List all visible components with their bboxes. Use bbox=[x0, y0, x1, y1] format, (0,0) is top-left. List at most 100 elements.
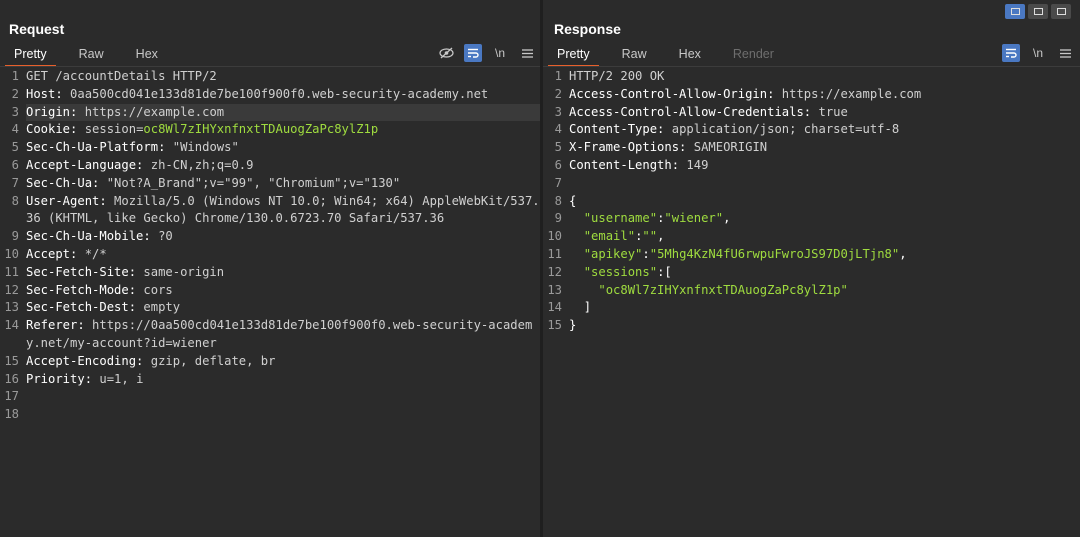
code-line: 9 Sec-Ch-Ua-Mobile: ?0 bbox=[0, 228, 540, 246]
highlighted-string: "apikey" bbox=[583, 246, 643, 261]
header-name: Referer: bbox=[26, 318, 85, 333]
code-line: 18 bbox=[0, 406, 540, 424]
line-content: Content-Length: 149 bbox=[569, 157, 1080, 175]
code-line: 11 Sec-Fetch-Site: same-origin bbox=[0, 264, 540, 282]
code-line: 15 Accept-Encoding: gzip, deflate, br bbox=[0, 353, 540, 371]
code-line: 10 Accept: */* bbox=[0, 246, 540, 264]
line-number: 8 bbox=[554, 193, 562, 208]
response-title: Response bbox=[554, 21, 621, 37]
line-content: } bbox=[569, 317, 1080, 335]
line-number: 15 bbox=[547, 318, 562, 333]
menu-icon[interactable] bbox=[518, 44, 536, 62]
hide-eye-icon[interactable] bbox=[437, 44, 455, 62]
line-content: Cookie: session=oc8Wl7zIHYxnfnxtTDAuogZa… bbox=[26, 121, 540, 139]
line-number: 11 bbox=[4, 264, 19, 279]
line-content: Accept: */* bbox=[26, 246, 540, 264]
newline-toggle[interactable]: \n bbox=[1029, 44, 1047, 62]
code-line: 11 "apikey":"5Mhg4KzN4fU6rwpuFwroJS97D0j… bbox=[543, 246, 1080, 264]
line-number: 11 bbox=[547, 246, 562, 261]
json-punct: :[ bbox=[657, 264, 672, 279]
code-line: 9 "username":"wiener", bbox=[543, 210, 1080, 228]
line-number: 14 bbox=[547, 300, 562, 315]
highlighted-string: "oc8Wl7zIHYxnfnxtTDAuogZaPc8ylZ1p" bbox=[598, 282, 848, 297]
line-number: 2 bbox=[11, 86, 19, 101]
code-line: 5 X-Frame-Options: SAMEORIGIN bbox=[543, 139, 1080, 157]
header-value: https://0aa500cd041e133d81de7be100f900f0… bbox=[26, 318, 533, 350]
line-number: 1 bbox=[554, 69, 562, 83]
line-content bbox=[569, 175, 1080, 193]
header-name: Sec-Fetch-Mode: bbox=[26, 282, 137, 297]
header-name: Sec-Ch-Ua-Mobile: bbox=[26, 229, 151, 244]
code-line: 10 "email":"", bbox=[543, 228, 1080, 246]
line-content: HTTP/2 200 OK bbox=[569, 68, 1080, 86]
json-string: "" bbox=[642, 229, 658, 244]
header-value: SAMEORIGIN bbox=[686, 140, 768, 155]
code-line: 13 "oc8Wl7zIHYxnfnxtTDAuogZaPc8ylZ1p" bbox=[543, 282, 1080, 300]
line-number: 7 bbox=[11, 175, 19, 190]
request-tab-pretty[interactable]: Pretty bbox=[5, 45, 56, 67]
line-number: 13 bbox=[4, 300, 19, 315]
line-number: 6 bbox=[11, 157, 19, 172]
header-value: https://example.com bbox=[77, 104, 225, 119]
line-content: User-Agent: Mozilla/5.0 (Windows NT 10.0… bbox=[26, 193, 540, 229]
code-line: 12 Sec-Fetch-Mode: cors bbox=[0, 282, 540, 300]
word-wrap-icon[interactable] bbox=[1002, 44, 1020, 62]
highlighted-string: "sessions" bbox=[583, 264, 658, 279]
header-name: Accept-Language: bbox=[26, 157, 144, 172]
header-name: Content-Length: bbox=[569, 157, 680, 172]
response-toolbar: \n bbox=[993, 44, 1074, 62]
response-tab-pretty[interactable]: Pretty bbox=[548, 45, 599, 67]
header-name: Origin: bbox=[26, 104, 78, 119]
code-line: 6 Content-Length: 149 bbox=[543, 157, 1080, 175]
word-wrap-icon[interactable] bbox=[464, 44, 482, 62]
request-editor[interactable]: 1 GET /accountDetails HTTP/2 2 Host: 0aa500… bbox=[0, 68, 540, 424]
line-content: GET /accountDetails HTTP/2 bbox=[26, 68, 540, 86]
code-line: 8{ bbox=[543, 193, 1080, 211]
response-editor[interactable]: 1 HTTP/2 200 OK 2 Access-Control-Allow-Orig… bbox=[543, 68, 1080, 335]
header-value: cors bbox=[136, 282, 173, 297]
code-line: 12 "sessions":[ bbox=[543, 264, 1080, 282]
newline-toggle[interactable]: \n bbox=[491, 44, 509, 62]
header-value: */* bbox=[77, 246, 107, 261]
request-tab-raw[interactable]: Raw bbox=[70, 45, 113, 65]
line-content: Accept-Encoding: gzip, deflate, br bbox=[26, 353, 540, 371]
header-value bbox=[569, 247, 584, 261]
header-value: } bbox=[569, 318, 577, 333]
code-line: 1 HTTP/2 200 OK bbox=[543, 68, 1080, 86]
line-number: 9 bbox=[11, 229, 19, 244]
code-line: 5 Sec-Ch-Ua-Platform: "Windows" bbox=[0, 139, 540, 157]
line-content: "sessions":[ bbox=[569, 264, 1080, 282]
request-view-tabs: Pretty Raw Hex bbox=[5, 45, 181, 67]
code-line: 14 Referer: https://0aa500cd041e133d81de7… bbox=[0, 317, 540, 353]
header-value: application/json; charset=utf-8 bbox=[664, 122, 900, 137]
line-content: Content-Type: application/json; charset=… bbox=[569, 121, 1080, 139]
response-tab-render[interactable]: Render bbox=[724, 45, 783, 65]
line-number: 5 bbox=[554, 140, 562, 155]
header-name: Access-Control-Allow-Origin: bbox=[569, 86, 775, 101]
line-content: Sec-Ch-Ua-Mobile: ?0 bbox=[26, 228, 540, 246]
header-value: HTTP/2 200 OK bbox=[569, 69, 665, 83]
header-name: Sec-Ch-Ua-Platform: bbox=[26, 140, 166, 155]
line-content: Access-Control-Allow-Origin: https://exa… bbox=[569, 86, 1080, 104]
json-punct: , bbox=[657, 229, 665, 244]
line-content: Sec-Fetch-Mode: cors bbox=[26, 282, 540, 300]
line-number: 7 bbox=[554, 175, 562, 190]
header-value: ?0 bbox=[150, 229, 173, 244]
line-content: Sec-Fetch-Dest: empty bbox=[26, 299, 540, 317]
header-value: zh-CN,zh;q=0.9 bbox=[143, 157, 254, 172]
menu-icon[interactable] bbox=[1056, 44, 1074, 62]
response-tab-hex[interactable]: Hex bbox=[670, 45, 710, 65]
line-content: Sec-Fetch-Site: same-origin bbox=[26, 264, 540, 282]
line-number: 3 bbox=[554, 104, 562, 119]
header-value: { bbox=[569, 193, 577, 208]
header-value bbox=[569, 211, 584, 225]
line-content: Sec-Ch-Ua: "Not?A_Brand";v="99", "Chromi… bbox=[26, 175, 540, 193]
line-number: 3 bbox=[11, 104, 19, 119]
code-line: 3 Access-Control-Allow-Credentials: true bbox=[543, 104, 1080, 122]
header-name: Sec-Fetch-Site: bbox=[26, 264, 137, 279]
response-tab-raw[interactable]: Raw bbox=[613, 45, 656, 65]
highlighted-string: "username" bbox=[583, 211, 658, 226]
request-tab-hex[interactable]: Hex bbox=[127, 45, 167, 65]
json-punct: : bbox=[642, 246, 650, 261]
line-content: Accept-Language: zh-CN,zh;q=0.9 bbox=[26, 157, 540, 175]
